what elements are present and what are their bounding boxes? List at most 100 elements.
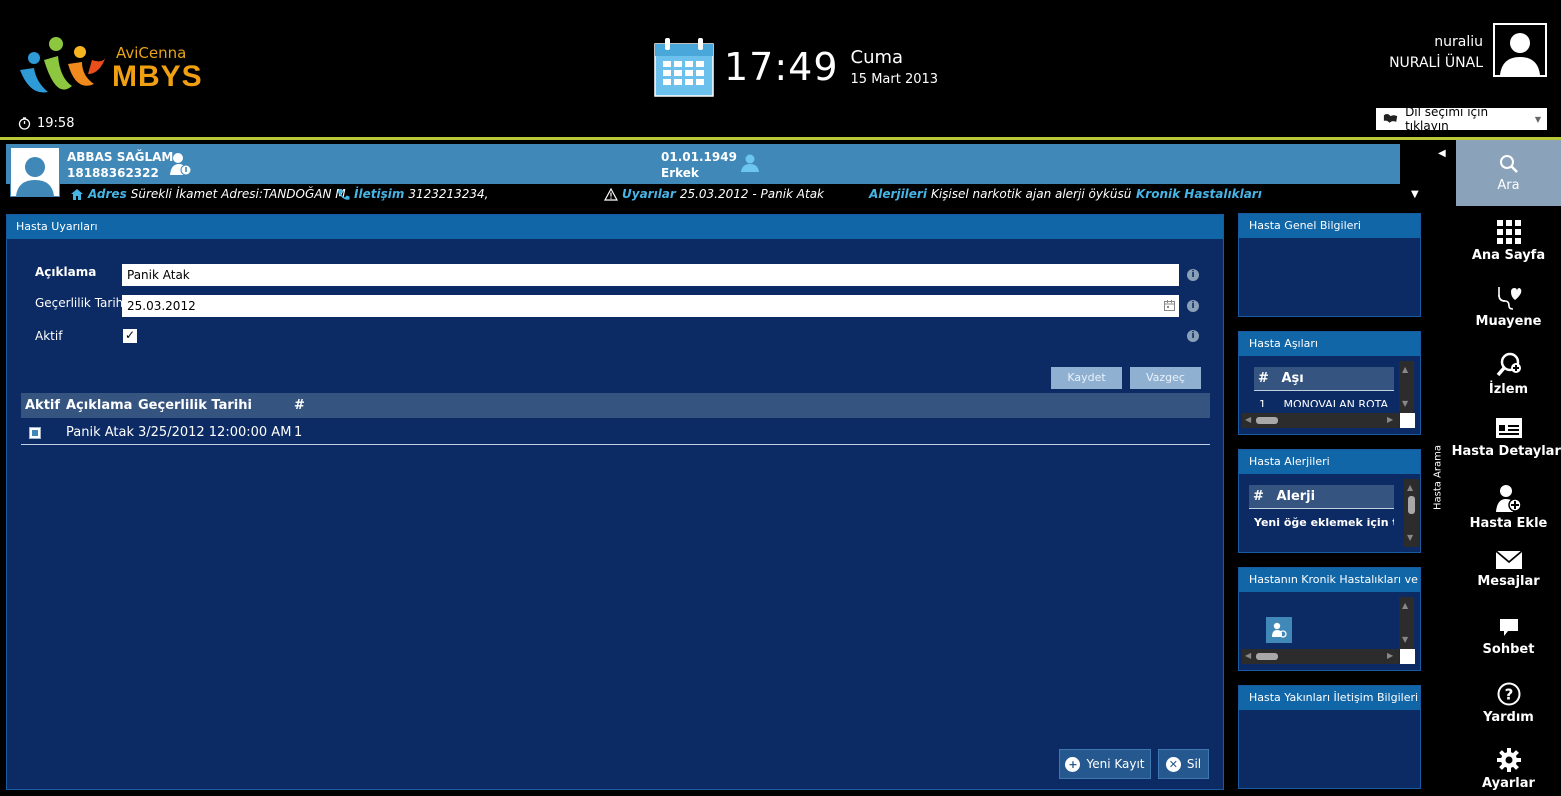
- svg-text:?: ?: [1504, 686, 1513, 704]
- collapse-left-arrow-icon[interactable]: ◀: [1438, 148, 1446, 159]
- delete-button[interactable]: ✕ Sil: [1158, 749, 1209, 779]
- expand-down-arrow-icon[interactable]: ▼: [1411, 189, 1419, 200]
- relatives-title[interactable]: Hasta Yakınları İletişim Bilgileri: [1239, 686, 1420, 710]
- patient-warnings-panel: Hasta Uyarıları Açıklama Panik Atak i Ge…: [6, 214, 1224, 790]
- column-header-active[interactable]: Aktif: [25, 398, 60, 413]
- active-label: Aktif: [35, 329, 63, 343]
- brand-main: MBYS: [112, 60, 203, 93]
- chronic-segment[interactable]: Kronik Hastalıkları: [1136, 187, 1262, 201]
- chevron-down-icon: ▼: [1534, 114, 1541, 124]
- validity-date-input[interactable]: 25.03.2012: [122, 295, 1179, 317]
- right-navigation: Ara Ana Sayfa Muayene İzlem Hasta Detayl…: [1452, 140, 1561, 796]
- clock-time: 17:49: [724, 45, 839, 89]
- contact-value: 3123213234,: [408, 187, 489, 201]
- plus-icon: +: [1065, 756, 1081, 772]
- contact-segment[interactable]: İletişim 3123213234,: [337, 187, 489, 201]
- address-label: Adres: [88, 187, 127, 201]
- general-info-title[interactable]: Hasta Genel Bilgileri: [1239, 214, 1420, 238]
- nav-search[interactable]: Ara: [1456, 140, 1561, 206]
- column-header-number[interactable]: #: [294, 398, 305, 413]
- vaccines-title[interactable]: Hasta Aşıları: [1239, 332, 1420, 356]
- nav-chat-label: Sohbet: [1482, 642, 1535, 657]
- allergies-grid-header: # Alerji: [1249, 485, 1394, 509]
- warnings-label: Uyarılar: [622, 187, 676, 201]
- list-item[interactable]: 1 MONOVALAN ROTA: [1259, 398, 1393, 407]
- nav-patient-details[interactable]: Hasta Detayları: [1446, 404, 1561, 470]
- globe-flags-icon: [1383, 113, 1398, 123]
- cancel-button[interactable]: Vazgeç: [1130, 367, 1201, 389]
- nav-chat[interactable]: Sohbet: [1446, 602, 1561, 668]
- description-info-icon[interactable]: i: [1187, 269, 1199, 281]
- chronic-vertical-scrollbar[interactable]: ▲ ▼: [1399, 597, 1414, 649]
- vaccines-vertical-scrollbar[interactable]: ▲ ▼: [1399, 361, 1414, 413]
- nav-help[interactable]: ? Yardım: [1446, 668, 1561, 734]
- patient-birthdate: 01.01.1949: [661, 150, 737, 164]
- active-info-icon[interactable]: i: [1187, 330, 1199, 342]
- allergies-vertical-scrollbar[interactable]: ▲ ▼: [1404, 479, 1419, 547]
- add-new-allergy-row[interactable]: Yeni öğe eklemek için tıkla: [1254, 516, 1394, 529]
- user-avatar[interactable]: [1493, 23, 1547, 77]
- language-select[interactable]: Dil seçimi için tıklayın ▼: [1376, 105, 1547, 133]
- stethoscope-heart-icon: [1497, 287, 1521, 310]
- avicenna-logo[interactable]: AviCenna MBYS: [14, 34, 214, 100]
- search-icon: [1499, 155, 1518, 173]
- nav-messages-label: Mesajlar: [1477, 574, 1540, 589]
- active-checkbox[interactable]: ✓: [123, 329, 137, 343]
- warnings-segment[interactable]: Uyarılar 25.03.2012 - Panik Atak: [604, 187, 824, 201]
- nav-settings-label: Ayarlar: [1482, 776, 1535, 791]
- logo-figures-icon: [20, 37, 106, 93]
- patient-info-icon[interactable]: [170, 152, 192, 176]
- home-icon: [71, 188, 83, 200]
- doctor-icon: [1272, 622, 1287, 638]
- nav-search-label: Ara: [1497, 178, 1520, 193]
- allergies-widget: Hasta Alerjileri # Alerji Yeni öğe eklem…: [1238, 449, 1421, 553]
- patient-gender: Erkek: [661, 166, 699, 180]
- gear-icon: [1496, 748, 1521, 772]
- session-timer: 19:58: [18, 116, 74, 131]
- vaccines-horizontal-scrollbar[interactable]: ◀ ▶: [1242, 413, 1399, 428]
- patient-photo[interactable]: [10, 147, 60, 197]
- vaccines-col-name: Aşı: [1281, 371, 1304, 386]
- save-button[interactable]: Kaydet: [1051, 367, 1122, 389]
- patient-identity: ABBAS SAĞLAM 18188362322: [67, 149, 173, 181]
- allergies-col-name: Alerji: [1276, 489, 1316, 504]
- validity-info-icon[interactable]: i: [1187, 300, 1199, 312]
- nav-examination[interactable]: Muayene: [1446, 272, 1561, 338]
- nav-monitoring[interactable]: İzlem: [1446, 338, 1561, 404]
- patient-search-side-tab[interactable]: Hasta Arama: [1430, 440, 1444, 520]
- row-active-checkbox[interactable]: [29, 427, 41, 439]
- description-input[interactable]: Panik Atak: [122, 264, 1179, 286]
- column-header-validity[interactable]: Geçerlilik Tarihi: [138, 398, 252, 413]
- nav-add-patient-label: Hasta Ekle: [1469, 516, 1548, 531]
- chat-bubble-icon: [1499, 619, 1518, 636]
- allergies-segment[interactable]: Alerjileri Kişisel narkotik ajan alerji …: [869, 187, 1131, 201]
- column-header-description[interactable]: Açıklama: [66, 398, 132, 413]
- date-picker-icon[interactable]: [1164, 300, 1175, 311]
- patient-id: 18188362322: [67, 166, 159, 180]
- nav-home[interactable]: Ana Sayfa: [1446, 206, 1561, 272]
- language-select-label: Dil seçimi için tıklayın: [1405, 105, 1489, 133]
- allergies-title[interactable]: Hasta Alerjileri: [1239, 450, 1420, 474]
- address-segment[interactable]: Adres Sürekli İkamet Adresi:TANDOĞAN M: [70, 187, 346, 201]
- phone-icon: [338, 188, 350, 200]
- table-row[interactable]: Panik Atak 3/25/2012 12:00:00 AM 1: [21, 420, 1210, 445]
- scroll-corner: [1400, 649, 1415, 664]
- allergies-col-number: #: [1253, 489, 1264, 504]
- chronic-title[interactable]: Hastanın Kronik Hastalıkları ve İlaçları: [1239, 568, 1420, 592]
- nav-settings[interactable]: Ayarlar: [1446, 734, 1561, 796]
- nav-add-patient[interactable]: Hasta Ekle: [1446, 470, 1561, 536]
- address-value: Sürekli İkamet Adresi:TANDOĞAN M: [130, 187, 346, 201]
- vaccine-row-name: MONOVALAN ROTA: [1283, 398, 1389, 407]
- validity-label: Geçerlilik Tarihi: [35, 296, 127, 310]
- chronic-horizontal-scrollbar[interactable]: ◀ ▶: [1242, 649, 1399, 664]
- nav-examination-label: Muayene: [1475, 314, 1542, 329]
- user-fullname: NURALİ ÜNAL: [1389, 55, 1483, 71]
- warnings-value: 25.03.2012 - Panik Atak: [679, 187, 825, 201]
- user-area[interactable]: nuraliu NURALİ ÜNAL: [1389, 23, 1547, 77]
- clock-area: 17:49 Cuma 15 Mart 2013: [654, 36, 938, 98]
- validity-date-value: 25.03.2012: [127, 299, 196, 313]
- user-silhouette-icon: [1500, 33, 1540, 75]
- nav-messages[interactable]: Mesajlar: [1446, 536, 1561, 602]
- new-record-button[interactable]: + Yeni Kayıt: [1059, 749, 1151, 779]
- add-chronic-disease-button[interactable]: [1266, 617, 1292, 643]
